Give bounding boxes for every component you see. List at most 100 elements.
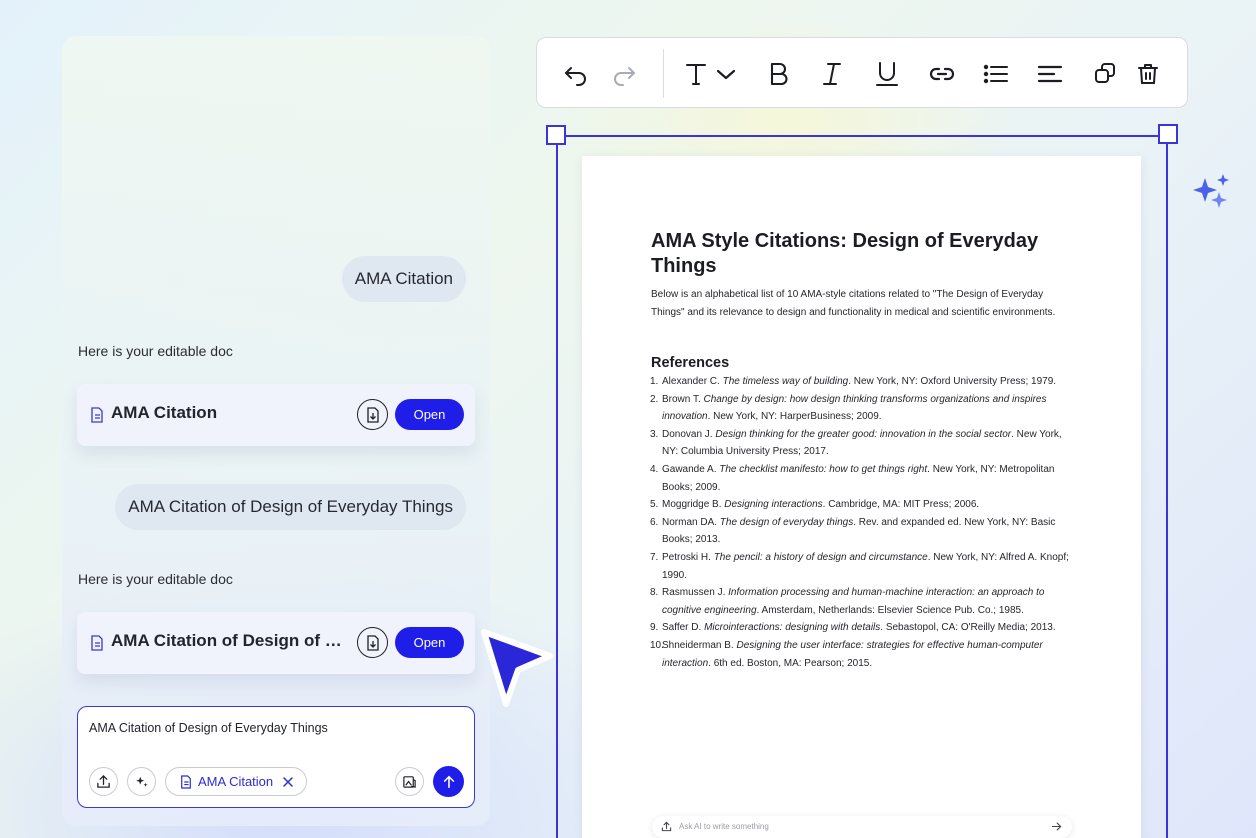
reference-author: Rasmussen J. (662, 587, 726, 599)
reference-item: 7. Petroski H. The pencil: a history of d… (650, 549, 1071, 584)
document-intro: Below is an alphabetical list of 10 AMA-… (651, 289, 1056, 318)
link-button[interactable] (926, 58, 958, 90)
reference-item: 9. Saffer D. Microinteractions: designing… (650, 619, 1071, 637)
sparkle-icon (135, 776, 147, 787)
reference-number: 3. (650, 428, 659, 440)
download-button[interactable] (357, 399, 388, 430)
bullet-list-icon (983, 64, 1008, 84)
undo-button[interactable] (560, 58, 592, 90)
chat-panel: AMA Citation Here is your editable doc A… (62, 36, 490, 826)
document-page[interactable]: AMA Style Citations: Design of Everyday … (582, 156, 1141, 838)
italic-button[interactable] (816, 58, 848, 90)
document-icon (91, 407, 103, 423)
text-style-dropdown[interactable] (683, 58, 747, 90)
open-button[interactable]: Open (395, 627, 464, 658)
reference-item: 6. Norman DA. The design of everyday thin… (650, 514, 1071, 549)
duplicate-icon (1095, 63, 1115, 83)
reference-item: 5. Moggridge B. Designing interactions. C… (650, 496, 1071, 514)
open-button[interactable]: Open (395, 399, 464, 430)
user-message: AMA Citation of Design of Everyday Thing… (115, 484, 466, 530)
reference-number: 8. (650, 587, 659, 599)
assistant-message: Here is your editable doc (78, 343, 233, 359)
reference-title: Microinteractions: designing with detail… (704, 622, 881, 634)
reference-number: 1. (650, 376, 659, 387)
reference-title: The pencil: a history of design and circ… (713, 551, 928, 563)
ai-assist-button[interactable] (127, 767, 156, 796)
text-style-icon (686, 64, 706, 85)
reference-number: 6. (650, 516, 659, 528)
align-button[interactable] (1034, 58, 1066, 90)
ai-prompt-bar[interactable]: Ask AI to write something (652, 816, 1072, 838)
reference-details: . Amsterdam, Netherlands: Elsevier Scien… (756, 604, 1024, 616)
send-button[interactable] (433, 766, 464, 797)
arrow-right-icon[interactable] (1051, 821, 1062, 832)
reference-author: Petroski H. (662, 551, 711, 563)
reference-title: The timeless way of building (722, 376, 849, 387)
upload-icon (97, 774, 110, 788)
doc-card[interactable]: AMA Citation of Design of Everyday Thing… (77, 612, 475, 674)
reference-item: 1. Alexander C. The timeless way of build… (650, 373, 1071, 391)
reference-item: 10. Shneiderman B. Designing the user int… (650, 637, 1071, 672)
toolbar-divider (663, 49, 664, 98)
message-composer[interactable]: AMA Citation of Design of Everyday Thing… (77, 706, 475, 808)
reference-item: 8. Rasmussen J. Information processing an… (650, 584, 1071, 619)
reference-number: 10. (650, 639, 664, 651)
reference-author: Saffer D. (662, 622, 702, 634)
delete-button[interactable] (1132, 58, 1164, 90)
download-button[interactable] (357, 627, 388, 658)
upload-icon (661, 821, 672, 832)
bold-icon (770, 62, 788, 86)
reference-author: Moggridge B. (662, 499, 722, 511)
reference-number: 2. (650, 393, 659, 405)
resize-handle[interactable] (546, 125, 566, 145)
upload-button[interactable] (89, 767, 118, 796)
reference-title: The checklist manifesto: how to get thin… (719, 463, 928, 475)
reference-details: . Sebastopol, CA: O'Reilly Media; 2013. (880, 622, 1056, 634)
trash-icon (1138, 64, 1158, 84)
reference-item: 4. Gawande A. The checklist manifesto: ho… (650, 461, 1071, 496)
cursor-arrow-icon (481, 629, 553, 707)
assistant-message: Here is your editable doc (78, 571, 233, 587)
redo-icon (614, 67, 635, 86)
doc-card-title: AMA Citation of Design of Everyday Thing… (111, 631, 349, 650)
sparkles-icon (1193, 174, 1229, 208)
reference-item: 3. Donovan J. Design thinking for the gre… (650, 426, 1071, 461)
underline-button[interactable] (871, 58, 903, 90)
reference-details: . 6th ed. Boston, MA: Pearson; 2015. (708, 657, 873, 669)
download-file-icon (366, 406, 379, 423)
doc-card[interactable]: AMA Citation Open (77, 384, 475, 446)
link-icon (929, 67, 955, 81)
doc-card-title: AMA Citation (111, 403, 218, 422)
reference-number: 9. (650, 622, 659, 634)
document-icon (181, 774, 191, 789)
close-icon[interactable] (283, 776, 293, 787)
chevron-down-icon (716, 69, 736, 80)
ai-prompt-placeholder: Ask AI to write something (679, 822, 769, 831)
reference-author: Brown T. (662, 393, 701, 405)
duplicate-button[interactable] (1090, 58, 1122, 90)
reference-author: Gawande A. (662, 463, 717, 475)
reference-details: . New York, NY: Oxford University Press;… (848, 376, 1057, 387)
reference-title: Design thinking for the greater good: in… (715, 428, 1012, 440)
redo-button[interactable] (608, 58, 640, 90)
undo-icon (565, 67, 586, 86)
resize-handle[interactable] (1158, 124, 1178, 144)
references-heading: References (651, 355, 730, 371)
download-file-icon (366, 634, 379, 651)
document-title: AMA Style Citations: Design of Everyday … (651, 230, 1039, 277)
reference-title: Designing interactions (724, 499, 823, 511)
image-button[interactable] (395, 767, 424, 796)
document-icon (91, 635, 103, 651)
reference-number: 4. (650, 463, 659, 475)
references-list: 1. Alexander C. The timeless way of build… (650, 373, 1071, 672)
arrow-up-icon (443, 775, 454, 788)
reference-item: 2. Brown T. Change by design: how design … (650, 391, 1071, 426)
bullet-list-button[interactable] (980, 58, 1012, 90)
reference-number: 5. (650, 499, 659, 511)
attachment-chip[interactable]: AMA Citation (165, 767, 307, 796)
composer-input[interactable]: AMA Citation of Design of Everyday Thing… (89, 721, 328, 735)
reference-author: Donovan J. (662, 428, 713, 440)
formatting-toolbar (536, 37, 1188, 108)
bold-button[interactable] (763, 58, 795, 90)
reference-details: . New York, NY: HarperBusiness; 2009. (707, 411, 882, 423)
